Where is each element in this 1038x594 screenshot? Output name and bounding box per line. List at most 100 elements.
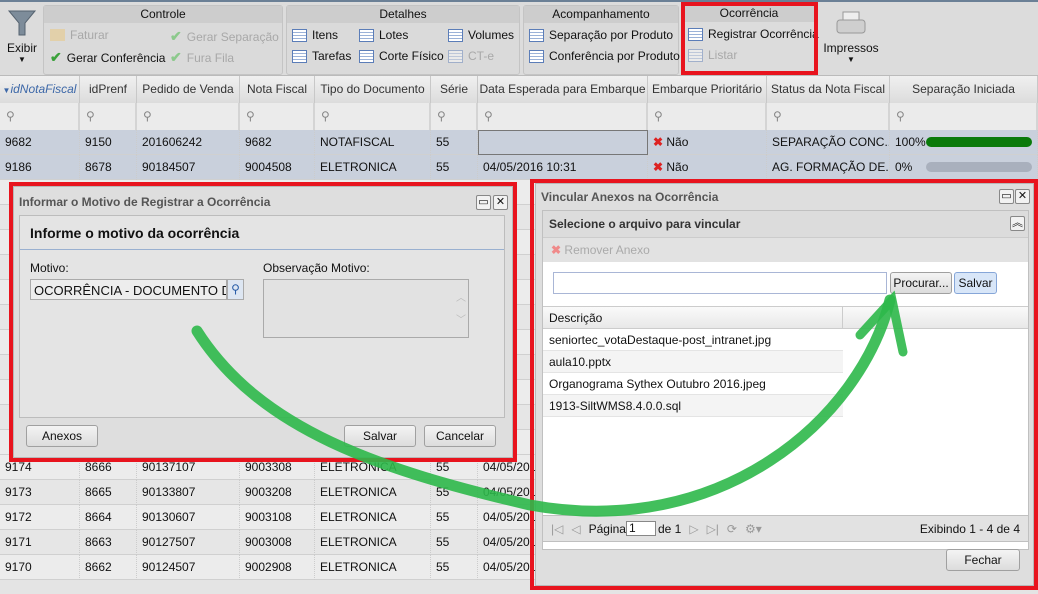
motivo-label: Motivo: [30, 261, 69, 275]
table-cell: ELETRONICA [315, 555, 431, 580]
column-header[interactable]: Descrição [543, 307, 843, 328]
page-input[interactable]: 1 [625, 521, 656, 536]
column-header[interactable]: Embarque Prioritário [648, 76, 767, 103]
exibir-label: Exibir [6, 41, 37, 55]
table-row[interactable]: 9186 8678 90184507 9004508 ELETRONICA 55 04/05… [0, 155, 1038, 180]
salvar-button[interactable]: Salvar [344, 425, 416, 447]
column-header[interactable]: Data Esperada para Embarque [478, 76, 648, 103]
table-cell: SEPARAÇÃO CONC... [767, 130, 890, 155]
column-header[interactable]: Status da Nota Fiscal [767, 76, 890, 103]
column-header[interactable]: idPrenf [80, 76, 137, 103]
filter-input[interactable]: ⚲ [767, 103, 890, 130]
table-cell: 0% [890, 155, 1038, 180]
dialog-title: Informar o Motivo de Registrar a Ocorrên… [19, 195, 271, 209]
table-cell: 8664 [80, 505, 137, 530]
last-page-icon[interactable]: ▷| [707, 522, 719, 536]
table-cell: 55 [431, 480, 478, 505]
file-row[interactable]: seniortec_votaDestaque-post_intranet.jpg [543, 329, 843, 351]
table-row[interactable]: 9682 9150 201606242 9682 NOTAFISCAL 55 ✖ Não SE… [0, 130, 1038, 155]
grid-icon [529, 28, 544, 42]
lotes-button[interactable]: Lotes [359, 28, 408, 42]
search-icon[interactable]: ⚲ [227, 279, 244, 300]
filter-input[interactable]: ⚲ [137, 103, 240, 130]
exibir-button[interactable]: Exibir ▼ [4, 8, 40, 64]
refresh-icon[interactable]: ⟳ [727, 522, 737, 536]
label: Conferência por Produto [549, 49, 680, 63]
column-header[interactable]: Nota Fiscal [240, 76, 315, 103]
obs-textarea[interactable]: ︿ ﹀ [263, 279, 469, 338]
filter-input[interactable]: ⚲ [890, 103, 1038, 130]
cte-button[interactable]: CT-e [448, 49, 494, 63]
itens-button[interactable]: Itens [292, 28, 338, 42]
table-cell: 55 [431, 555, 478, 580]
gerar-conferencia-button[interactable]: ✔ Gerar Conferência [50, 49, 165, 66]
file-row[interactable]: aula10.pptx [543, 351, 843, 373]
file-row[interactable]: Organograma Sythex Outubro 2016.jpeg [543, 373, 843, 395]
progress-fill [926, 137, 1032, 147]
salvar-button[interactable]: Salvar [954, 272, 997, 294]
group-controle: Controle Faturar ✔ Gerar Separação ✔ Gerar… [43, 5, 283, 75]
table-cell: ELETRONICA [315, 155, 431, 180]
column-header[interactable]: Separação Iniciada [890, 76, 1038, 103]
faturar-button[interactable]: Faturar [50, 28, 109, 42]
filter-input[interactable]: ⚲ [80, 103, 137, 130]
dialog-title: Vincular Anexos na Ocorrência [541, 190, 719, 204]
filter-input[interactable]: ⚲ [240, 103, 315, 130]
close-icon[interactable]: ✕ [1015, 189, 1030, 204]
collapse-icon[interactable]: ︽ [1010, 216, 1025, 231]
column-header[interactable]: Série [431, 76, 478, 103]
gear-icon[interactable]: ⚙▾ [745, 522, 762, 536]
filter-input[interactable]: ⚲ [648, 103, 767, 130]
corte-fisico-button[interactable]: Corte Físico [359, 49, 444, 63]
filter-input[interactable]: ⚲ [0, 103, 80, 130]
gerar-separacao-button[interactable]: ✔ Gerar Separação [170, 28, 279, 45]
search-icon: ⚲ [896, 109, 905, 123]
filter-input[interactable]: ⚲ [431, 103, 478, 130]
maximize-icon[interactable]: ▭ [999, 189, 1014, 204]
label: Faturar [70, 28, 109, 42]
progress-text: 100% [895, 135, 926, 149]
fura-fila-button[interactable]: ✔ Fura Fila [170, 49, 234, 66]
procurar-button[interactable]: Procurar... [890, 272, 952, 294]
anexos-button[interactable]: Anexos [26, 425, 98, 447]
table-cell: 9004508 [240, 155, 315, 180]
tarefas-button[interactable]: Tarefas [292, 49, 351, 63]
table-cell: 55 [431, 530, 478, 555]
scroll-arrows-icon[interactable]: ︿ ﹀ [456, 288, 466, 332]
first-page-icon[interactable]: |◁ [551, 522, 563, 536]
grid-icon [292, 49, 307, 63]
cell-text: Não [666, 135, 689, 149]
motivo-dialog: Informar o Motivo de Registrar a Ocorrên… [13, 186, 513, 458]
prev-page-icon[interactable]: ◁ [571, 522, 580, 536]
label: Separação por Produto [549, 28, 674, 42]
volumes-button[interactable]: Volumes [448, 28, 514, 42]
filter-input[interactable]: ⚲ [478, 103, 648, 130]
search-icon: ⚲ [321, 109, 330, 123]
motivo-field[interactable]: OCORRÊNCIA - DOCUMENTO DANIFICADO [30, 279, 227, 300]
close-icon[interactable]: ✕ [493, 195, 508, 210]
cancelar-button[interactable]: Cancelar [424, 425, 496, 447]
conferencia-por-produto-button[interactable]: Conferência por Produto [529, 49, 680, 63]
column-header[interactable]: Tipo do Documento [315, 76, 431, 103]
file-row[interactable]: 1913-SiltWMS8.4.0.0.sql [543, 395, 843, 417]
table-cell: 8662 [80, 555, 137, 580]
label: Tarefas [312, 49, 352, 63]
table-cell: 100% [890, 130, 1038, 155]
dropdown-arrow-icon: ▼ [847, 55, 855, 64]
next-page-icon[interactable]: ▷ [689, 522, 698, 536]
search-icon: ⚲ [143, 109, 152, 123]
remover-anexo-button[interactable]: ✖ Remover Anexo [543, 237, 1028, 262]
table-cell: 90127507 [137, 530, 240, 555]
file-input[interactable] [553, 272, 887, 294]
maximize-icon[interactable]: ▭ [476, 195, 491, 210]
table-cell: 9682 [0, 130, 80, 155]
column-header[interactable]: Pedido de Venda [137, 76, 240, 103]
column-header[interactable]: ▼idNotaFiscal [0, 76, 80, 103]
fechar-button[interactable]: Fechar [946, 549, 1020, 571]
table-cell: 55 [431, 130, 478, 155]
close-icon: ✖ [653, 135, 667, 149]
filter-input[interactable]: ⚲ [315, 103, 431, 130]
separacao-por-produto-button[interactable]: Separação por Produto [529, 28, 673, 42]
label: Corte Físico [379, 49, 444, 63]
impressos-button[interactable]: Impressos ▼ [822, 10, 880, 64]
